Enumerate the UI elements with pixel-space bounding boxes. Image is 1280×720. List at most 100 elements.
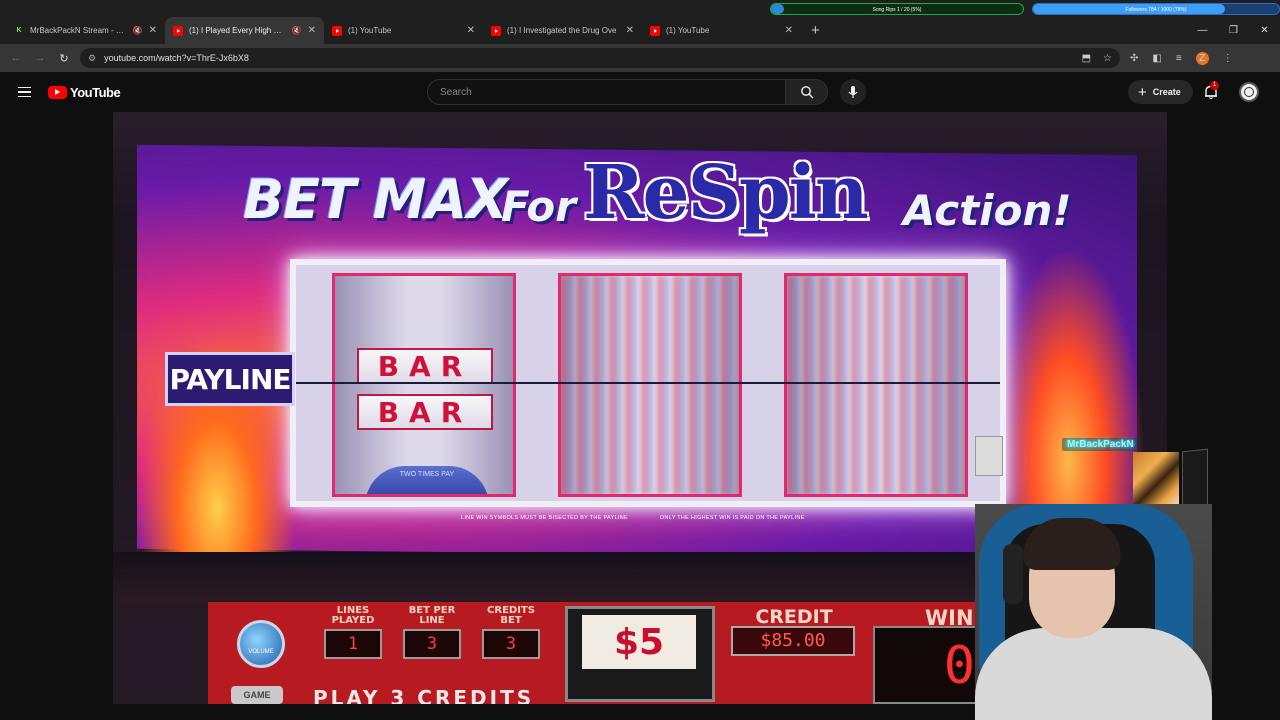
headline-for: For [501, 182, 576, 231]
url-text[interactable]: youtube.com/watch?v=ThrE-Jx6bX8 [104, 53, 1070, 63]
restore-icon[interactable]: ❐ [1218, 17, 1249, 44]
bar-symbol: BAR [357, 394, 493, 430]
headline-bet-max: BET MAX [243, 168, 508, 231]
overlay-username: MrBackPackN [1062, 438, 1139, 451]
reel-2-spinning [558, 273, 742, 497]
browser-toolbar: ← → ↻ ⚙ youtube.com/watch?v=ThrE-Jx6bX8 … [0, 44, 1280, 72]
game-button: GAME [231, 686, 283, 704]
slot-headline: BET MAX For ReSpin Action! [243, 150, 1072, 260]
browser-tab-strip: Song Rips 1 / 20 (5%) Followers 784 / 10… [0, 0, 1280, 44]
search-bar: Search [427, 79, 866, 105]
song-rips-progress-label: Song Rips 1 / 20 (5%) [872, 7, 922, 13]
tab-kick-stream[interactable]: K MrBackPackN Stream - Wa 🔇 ✕ [6, 17, 165, 44]
youtube-favicon-icon [173, 25, 183, 36]
hamburger-menu-icon[interactable] [18, 86, 31, 98]
song-rips-progress-fill [771, 4, 784, 14]
payline-fineprint: LINE WIN SYMBOLS MUST BE BISECTED BY THE… [461, 515, 835, 521]
tab-youtube-1[interactable]: (1) YouTube ✕ [324, 17, 483, 44]
tab-list: K MrBackPackN Stream - Wa 🔇 ✕ (1) I Play… [6, 17, 830, 44]
forward-arrow-icon[interactable]: → [28, 52, 52, 64]
bet-per-line-display: 3 [403, 629, 461, 659]
credit-label: CREDIT [755, 606, 833, 628]
notifications-button[interactable]: 1 [1203, 81, 1220, 100]
search-button[interactable] [786, 79, 828, 105]
voice-search-button[interactable] [840, 79, 866, 105]
payline-line [296, 382, 1000, 384]
lines-played-label: LINES PLAYED [331, 605, 375, 626]
volume-button: VOLUME [237, 620, 285, 668]
youtube-wordmark: YouTube [70, 84, 121, 100]
headset-icon [1003, 544, 1023, 604]
lines-played-display: 1 [324, 629, 382, 659]
youtube-header: YouTube Search + Create 1 [0, 72, 1280, 112]
credits-bet-label: CREDITS BET [487, 605, 535, 626]
address-bar[interactable]: ⚙ youtube.com/watch?v=ThrE-Jx6bX8 ⬒ ☆ [80, 48, 1120, 68]
headline-action: Action! [903, 186, 1072, 235]
stream-goal-overlay: Song Rips 1 / 20 (5%) Followers 784 / 10… [770, 3, 1280, 15]
close-window-icon[interactable]: ✕ [1249, 17, 1280, 44]
youtube-favicon-icon [650, 25, 660, 36]
back-arrow-icon[interactable]: ← [4, 52, 28, 64]
microphone-icon [848, 86, 858, 98]
kick-favicon-icon: K [14, 25, 24, 36]
tab-close-icon[interactable]: ✕ [785, 25, 793, 36]
window-controls: — ❐ ✕ [1187, 17, 1280, 44]
streamer-webcam [975, 504, 1212, 720]
play-credits-button-text: PLAY 3 CREDITS [313, 686, 535, 704]
reel-1: BAR BAR TWO TIMES PAY [332, 273, 516, 497]
youtube-logo[interactable]: YouTube [48, 84, 121, 100]
tab-youtube-2[interactable]: (1) YouTube ✕ [642, 17, 801, 44]
two-times-pay-symbol: TWO TIMES PAY [365, 466, 489, 494]
media-controls-icon[interactable]: ≡ [1176, 53, 1182, 64]
minimize-icon[interactable]: — [1187, 17, 1218, 44]
account-avatar[interactable] [1239, 82, 1259, 102]
tab-close-icon[interactable]: ✕ [149, 25, 157, 36]
reading-list-icon[interactable]: ◧ [1152, 53, 1161, 64]
toolbar-icons: ✣ ◧ ≡ Z ⋮ [1130, 51, 1233, 65]
fineprint-rule-2: ONLY THE HIGHEST WIN IS PAID ON THE PAYL… [659, 515, 805, 521]
tab-close-icon[interactable]: ✕ [308, 25, 316, 36]
profile-avatar-icon[interactable]: Z [1195, 51, 1209, 65]
tab-muted-icon[interactable]: 🔇 [292, 26, 302, 35]
new-tab-button[interactable]: + [801, 17, 830, 44]
streamer-hoodie [975, 628, 1212, 720]
motion-blur [787, 276, 965, 494]
tab-title: (1) I Played Every High Limi [189, 26, 286, 35]
search-icon [800, 86, 813, 99]
song-rips-progress-bar: Song Rips 1 / 20 (5%) [770, 3, 1024, 15]
denomination-value: $5 [582, 615, 696, 669]
motion-blur [561, 276, 739, 494]
browser-menu-icon[interactable]: ⋮ [1223, 53, 1233, 64]
reel-3-spinning [784, 273, 968, 497]
overlay-sticker-card [975, 436, 1003, 476]
tab-title: (1) I Investigated the Drug Ove [507, 26, 617, 35]
tab-high-limit-video[interactable]: (1) I Played Every High Limi 🔇 ✕ [165, 17, 324, 44]
create-button[interactable]: + Create [1128, 80, 1193, 104]
install-app-icon[interactable]: ⬒ [1082, 53, 1091, 64]
tab-title: MrBackPackN Stream - Wa [30, 26, 127, 35]
tab-title: (1) YouTube [666, 26, 710, 35]
bookmark-star-icon[interactable]: ☆ [1103, 53, 1112, 64]
site-info-icon[interactable]: ⚙ [88, 53, 96, 64]
search-input[interactable]: Search [427, 79, 786, 105]
credit-display: $85.00 [731, 626, 855, 656]
headline-respin: ReSpin [583, 150, 869, 236]
denomination-panel: $5 [565, 606, 715, 702]
youtube-play-logo-icon [48, 85, 67, 99]
tab-title: (1) YouTube [348, 26, 392, 35]
youtube-favicon-icon [491, 25, 501, 36]
tab-close-icon[interactable]: ✕ [467, 25, 475, 36]
win-display: 0 [873, 626, 983, 704]
streamer-hair [1023, 518, 1121, 570]
fineprint-rule-1: LINE WIN SYMBOLS MUST BE BISECTED BY THE… [461, 515, 629, 521]
tab-muted-icon[interactable]: 🔇 [133, 26, 143, 35]
youtube-favicon-icon [332, 25, 342, 36]
followers-progress-label: Followers 784 / 1000 (78%) [1125, 7, 1187, 13]
reload-icon[interactable]: ↻ [52, 52, 76, 65]
bet-per-line-label: BET PER LINE [408, 605, 456, 626]
tab-investigated-video[interactable]: (1) I Investigated the Drug Ove ✕ [483, 17, 642, 44]
extensions-icon[interactable]: ✣ [1130, 53, 1138, 64]
followers-progress-bar: Followers 784 / 1000 (78%) [1032, 3, 1280, 15]
bar-symbol: BAR [357, 348, 493, 384]
tab-close-icon[interactable]: ✕ [626, 25, 634, 36]
